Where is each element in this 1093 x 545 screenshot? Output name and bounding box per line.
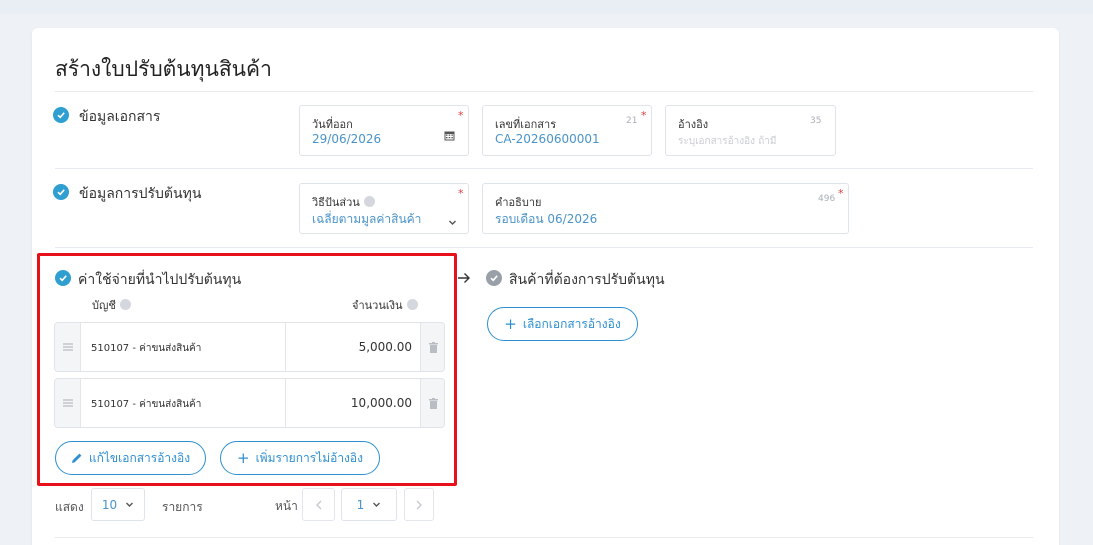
reference-field[interactable]: อ้างอิง 35 ระบุเอกสารอ้างอิง ถ้ามี xyxy=(665,105,836,156)
arrow-right-icon xyxy=(457,270,471,289)
check-icon xyxy=(53,107,69,123)
page-value: 1 xyxy=(356,497,365,512)
doc-no-value: CA-20260600001 xyxy=(495,132,600,146)
reference-label: อ้างอิง xyxy=(678,118,709,131)
prev-page-button[interactable] xyxy=(302,488,335,521)
page-label: หน้า xyxy=(275,499,298,513)
required-mark: * xyxy=(458,109,464,122)
page-title: สร้างใบปรับต้นทุนสินค้า xyxy=(55,57,272,81)
description-field[interactable]: คำอธิบาย 496 * รอบเดือน 06/2026 xyxy=(482,183,849,234)
per-page-value: 10 xyxy=(101,497,118,512)
method-value: เฉลี่ยตามมูลค่าสินค้า xyxy=(312,212,422,226)
plus-icon: + xyxy=(504,314,517,333)
top-strip xyxy=(0,0,1093,14)
check-icon xyxy=(53,184,69,200)
page-select[interactable]: 1 xyxy=(341,488,397,521)
chevron-right-icon xyxy=(416,500,422,509)
section-adjust-info: ข้อมูลการปรับต้นทุน xyxy=(79,186,202,202)
calendar-icon[interactable] xyxy=(444,126,455,145)
char-counter: 21 xyxy=(626,116,638,126)
description-label: คำอธิบาย xyxy=(495,196,542,209)
char-counter: 35 xyxy=(810,116,822,126)
select-reference-label: เลือกเอกสารอ้างอิง xyxy=(522,316,621,331)
method-select[interactable]: วิธีปันส่วน * เฉลี่ยตามมูลค่าสินค้า xyxy=(299,183,469,234)
method-label: วิธีปันส่วน xyxy=(312,193,375,211)
doc-no-label: เลขที่เอกสาร xyxy=(495,118,557,131)
required-mark: * xyxy=(641,109,647,122)
issue-date-label: วันที่ออก xyxy=(312,118,353,131)
chevron-down-icon xyxy=(448,212,457,231)
check-icon xyxy=(486,270,502,286)
section-doc-info: ข้อมูลเอกสาร xyxy=(79,109,161,125)
issue-date-value: 29/06/2026 xyxy=(312,132,382,146)
description-value: รอบเดือน 06/2026 xyxy=(495,212,598,226)
chevron-down-icon xyxy=(126,502,134,507)
next-page-button[interactable] xyxy=(404,488,434,521)
divider xyxy=(55,168,1033,169)
required-mark: * xyxy=(458,187,464,200)
select-reference-button[interactable]: + เลือกเอกสารอ้างอิง xyxy=(487,307,638,341)
chevron-down-icon xyxy=(373,502,381,507)
show-label: แสดง xyxy=(55,500,84,514)
char-counter: 496 xyxy=(818,194,836,204)
items-label: รายการ xyxy=(162,500,203,514)
reference-placeholder: ระบุเอกสารอ้างอิง ถ้ามี xyxy=(678,136,777,147)
required-mark: * xyxy=(838,187,844,200)
doc-no-field[interactable]: เลขที่เอกสาร 21 * CA-20260600001 xyxy=(482,105,652,156)
per-page-select[interactable]: 10 xyxy=(91,488,145,521)
issue-date-field[interactable]: วันที่ออก * 29/06/2026 xyxy=(299,105,469,156)
chevron-left-icon xyxy=(315,500,321,509)
divider xyxy=(55,247,1033,248)
divider xyxy=(55,91,1033,92)
section-products: สินค้าที่ต้องการปรับต้นทุน xyxy=(509,272,665,288)
help-icon[interactable] xyxy=(363,196,375,207)
highlight-box xyxy=(37,253,457,486)
divider xyxy=(55,537,1033,538)
